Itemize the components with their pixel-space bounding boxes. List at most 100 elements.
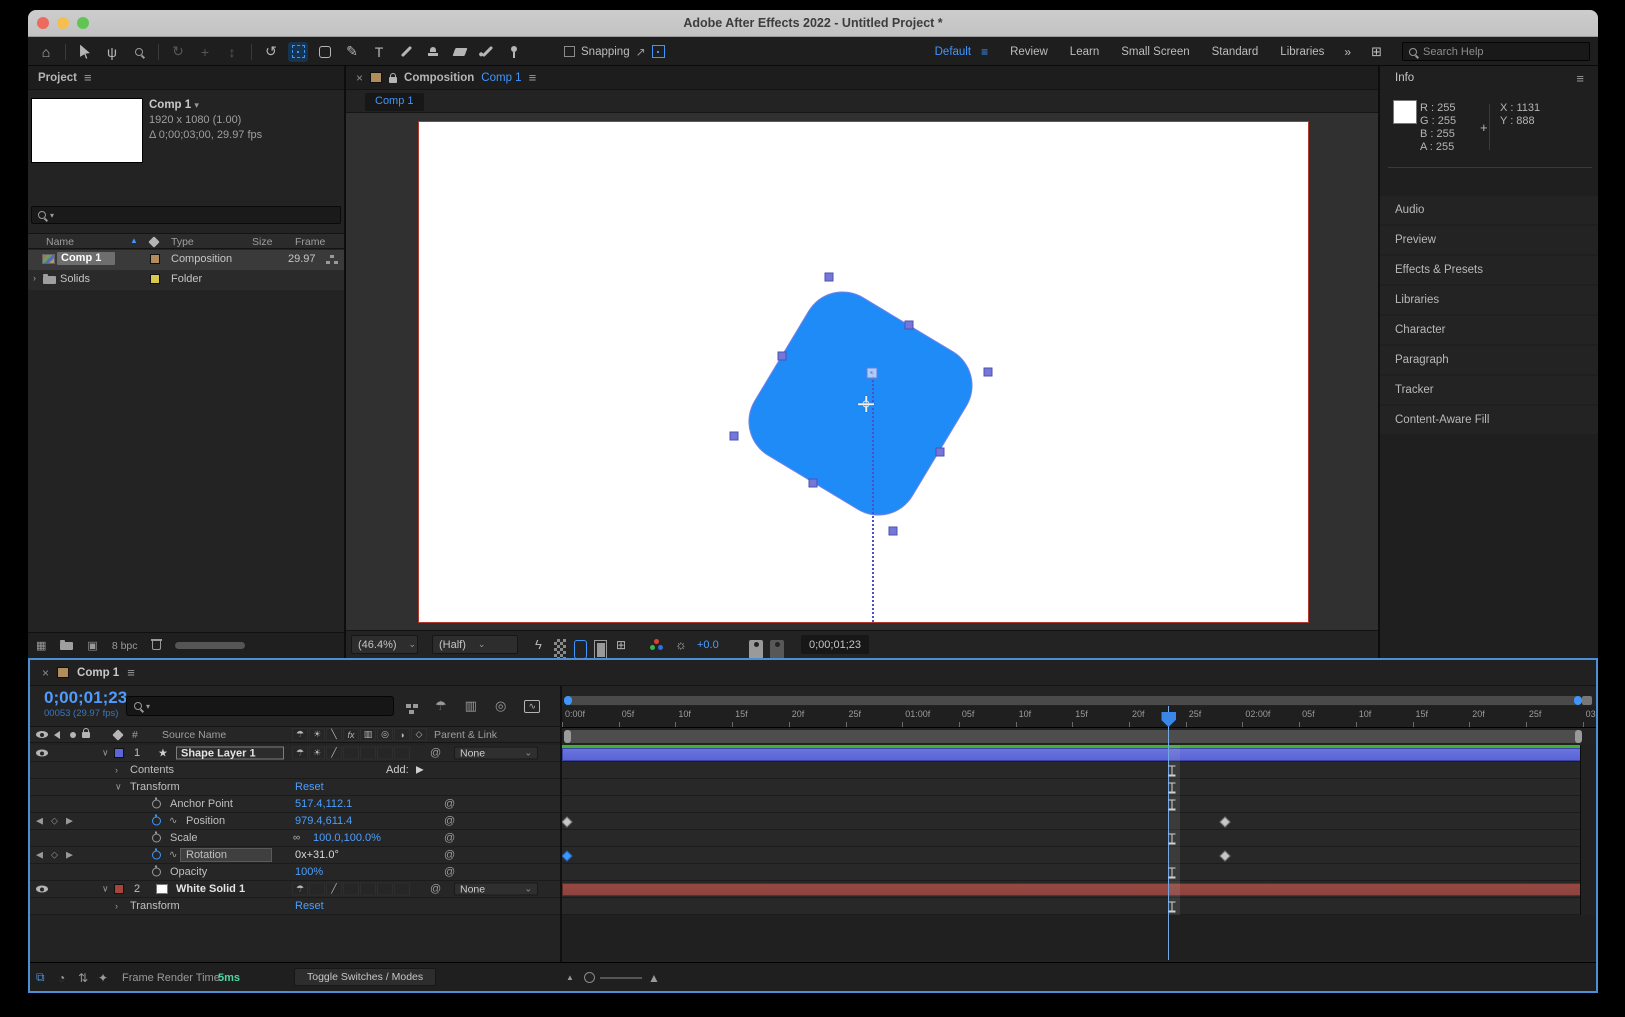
property-label[interactable]: Position [186, 815, 225, 827]
group-label[interactable]: Transform [130, 900, 180, 912]
property-value[interactable]: 0x+31.0° [295, 849, 339, 861]
hand-tool-icon[interactable]: ψ [102, 42, 122, 62]
project-bit-depth[interactable]: 8 bpc [112, 640, 138, 652]
stopwatch-icon-active[interactable] [152, 851, 161, 860]
layer-duration-bar-shape[interactable] [562, 748, 1582, 761]
toggle-switches-modes-button[interactable]: Toggle Switches / Modes [294, 968, 436, 986]
property-pickwhip-icon[interactable]: @ [444, 849, 455, 861]
show-snapshot-icon[interactable] [770, 640, 784, 659]
workspace-standard[interactable]: Standard [1212, 46, 1259, 58]
comp-marker-bin[interactable] [1582, 696, 1592, 705]
home-tool-icon[interactable]: ⌂ [36, 42, 56, 62]
snapping-checkbox[interactable] [564, 46, 575, 57]
bounding-box-handle[interactable] [936, 448, 945, 457]
parent-pickwhip-icon[interactable]: @ [430, 747, 441, 759]
info-panel-title[interactable]: Info [1395, 72, 1414, 84]
zoom-in-mountain-icon[interactable]: ▲ [648, 963, 660, 992]
property-value[interactable]: 979.4,611.4 [295, 815, 352, 827]
clone-stamp-tool-icon[interactable] [423, 42, 443, 62]
bounding-box-handle[interactable] [809, 479, 818, 488]
property-row-rotation[interactable]: ◀ ◇ ▶ ∿ Rotation 0x+31.0° @ [30, 847, 560, 864]
layer-color-swatch[interactable] [114, 748, 124, 758]
mask-visibility-icon[interactable] [574, 640, 587, 659]
close-tab-icon[interactable]: × [42, 666, 49, 680]
parent-pickwhip-icon[interactable]: @ [430, 883, 441, 895]
timeline-panel-menu-icon[interactable]: ≡ [127, 665, 135, 680]
horizontal-scrollbar[interactable] [175, 642, 245, 649]
puppet-pin-tool-icon[interactable] [504, 42, 524, 62]
panel-tab-libraries[interactable]: Libraries [1380, 286, 1598, 314]
bounding-box-handle[interactable] [825, 273, 834, 282]
workspace-overflow-button[interactable]: » [1344, 45, 1351, 59]
property-group-transform[interactable]: ∨ Transform Reset [30, 779, 560, 796]
column-name[interactable]: Name [46, 236, 74, 248]
property-value[interactable]: 517.4,112.1 [295, 798, 352, 810]
property-pickwhip-icon[interactable]: @ [444, 815, 455, 827]
bounding-box-handle[interactable] [867, 368, 878, 379]
track-row[interactable] [562, 847, 1596, 864]
track-row[interactable] [562, 864, 1596, 881]
stopwatch-icon-active[interactable] [152, 817, 161, 826]
timeline-zoom-slider[interactable] [600, 977, 642, 979]
property-label[interactable]: Scale [170, 832, 198, 844]
zoom-tool-icon[interactable] [129, 42, 149, 62]
anchor-point-indicator[interactable] [858, 396, 874, 412]
panel-tab-tracker[interactable]: Tracker [1380, 376, 1598, 404]
motion-blur-icon[interactable]: ◎ [495, 698, 506, 714]
new-composition-icon[interactable]: ▣ [87, 639, 97, 652]
bounding-box-handle[interactable] [905, 321, 914, 330]
property-label[interactable]: Opacity [170, 866, 207, 878]
type-tool-icon[interactable]: T [369, 42, 389, 62]
rectangle-shape-tool-icon[interactable] [315, 42, 335, 62]
reset-link[interactable]: Reset [295, 900, 324, 912]
channel-icon[interactable] [650, 639, 664, 658]
project-item-name[interactable]: Comp 1 [57, 252, 115, 265]
expand-group-icon[interactable]: › [115, 765, 118, 775]
shy-layers-icon[interactable]: ☂ [435, 698, 447, 714]
render-time-icon[interactable]: ✦ [98, 963, 108, 992]
property-pickwhip-icon[interactable]: @ [444, 866, 455, 878]
next-keyframe-icon[interactable]: ▶ [66, 850, 73, 861]
comp-info-dropdown-icon[interactable]: ▾ [194, 100, 199, 110]
live-update-icon[interactable]: ⧉ [36, 963, 45, 992]
stopwatch-icon[interactable] [152, 800, 161, 809]
help-search-input[interactable] [1423, 46, 1573, 58]
collapse-layer-icon[interactable]: ∨ [102, 884, 109, 895]
workspace-menu-icon[interactable]: ≡ [981, 45, 988, 59]
workspace-libraries[interactable]: Libraries [1280, 46, 1324, 58]
panel-tab-paragraph[interactable]: Paragraph [1380, 346, 1598, 374]
in-out-columns-icon[interactable]: ⇅ [78, 963, 88, 992]
track-row[interactable] [562, 796, 1596, 813]
eye-icon[interactable] [36, 750, 48, 757]
new-folder-icon[interactable] [60, 642, 73, 650]
rotation-tool-icon[interactable]: ↺ [261, 42, 281, 62]
delete-item-icon[interactable] [152, 641, 161, 650]
property-label-selected[interactable]: Rotation [180, 848, 272, 862]
expand-folder-icon[interactable]: › [33, 273, 36, 283]
project-row-solids[interactable]: › Solids Folder [28, 270, 344, 290]
mini-flowchart-icon[interactable] [406, 704, 411, 708]
track-row[interactable] [562, 830, 1596, 847]
panel-tab-preview[interactable]: Preview [1380, 226, 1598, 254]
bounding-box-handle[interactable] [778, 352, 787, 361]
track-row[interactable] [562, 745, 1596, 762]
workspace-default[interactable]: Default [935, 46, 971, 58]
orbit-camera-tool-icon[interactable]: ↻ [168, 42, 188, 62]
camera-wireframe-icon[interactable]: ⊞ [616, 635, 626, 654]
bounding-box-handle[interactable] [984, 368, 993, 377]
parent-link-column-label[interactable]: Parent & Link [434, 729, 497, 741]
resolution-select[interactable]: (Half)⌄ [432, 635, 518, 654]
workspace-review[interactable]: Review [1010, 46, 1048, 58]
layer-row-shape-layer-1[interactable]: ∨ 1 ★ Shape Layer 1 ☂☀╱ @ None⌄ [30, 745, 560, 762]
collapse-layer-icon[interactable]: ∨ [102, 748, 109, 759]
prev-keyframe-icon[interactable]: ◀ [36, 850, 43, 861]
close-tab-icon[interactable]: × [356, 71, 363, 85]
comp-info-name[interactable]: Comp 1 [149, 99, 191, 111]
constrain-proportions-icon[interactable]: ∞ [293, 833, 300, 844]
panel-tab-effects-presets[interactable]: Effects & Presets [1380, 256, 1598, 284]
track-row[interactable] [562, 779, 1596, 796]
magnification-select[interactable]: (46.4%)⌄ [351, 635, 418, 654]
brush-tool-icon[interactable] [396, 42, 416, 62]
label-swatch[interactable] [150, 254, 160, 264]
property-value[interactable]: 100.0,100.0% [313, 832, 381, 844]
